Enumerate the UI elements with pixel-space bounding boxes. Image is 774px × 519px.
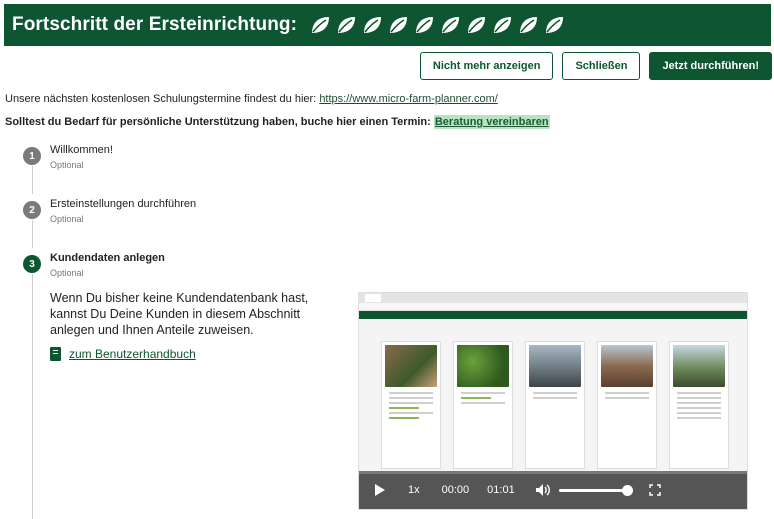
step-1-number[interactable]: 1 xyxy=(23,147,41,165)
step-2-subtitle: Optional xyxy=(50,214,84,224)
book-icon xyxy=(50,347,61,361)
leaf-icon xyxy=(361,14,383,36)
video-card-image xyxy=(673,345,725,387)
step-description: Wenn Du bisher keine Kundendatenbank has… xyxy=(50,291,309,337)
step-2-title[interactable]: Ersteinstellungen durchführen xyxy=(50,198,196,210)
video-play-overlay-icon[interactable] xyxy=(539,401,553,419)
step-3-number[interactable]: 3 xyxy=(23,255,41,273)
video-card xyxy=(453,341,513,469)
step-1-subtitle: Optional xyxy=(50,160,84,170)
play-icon[interactable] xyxy=(375,484,385,496)
step-3-subtitle: Optional xyxy=(50,268,84,278)
video-card xyxy=(669,341,729,469)
video-cards xyxy=(381,341,729,469)
step-2-number[interactable]: 2 xyxy=(23,201,41,219)
current-time: 00:00 xyxy=(441,484,470,496)
leaf-icon xyxy=(387,14,409,36)
progress-leaves xyxy=(309,14,565,36)
header-title: Fortschritt der Ersteinrichtung: xyxy=(12,14,298,35)
manual-link-row: zum Benutzerhandbuch xyxy=(50,347,196,361)
duration: 01:01 xyxy=(487,484,515,496)
step-connector xyxy=(32,166,33,194)
video-browser-tab xyxy=(365,294,381,302)
dont-show-again-button[interactable]: Nicht mehr anzeigen xyxy=(419,52,554,80)
step-1-title[interactable]: Willkommen! xyxy=(50,144,113,156)
tutorial-video[interactable]: 1x 00:00 01:01 xyxy=(358,292,748,510)
video-card xyxy=(597,341,657,469)
video-card xyxy=(525,341,585,469)
step-3-title[interactable]: Kundendaten anlegen xyxy=(50,252,165,264)
user-manual-link[interactable]: zum Benutzerhandbuch xyxy=(69,347,196,361)
close-button[interactable]: Schließen xyxy=(562,52,641,80)
leaf-icon xyxy=(465,14,487,36)
leaf-icon xyxy=(309,14,331,36)
volume-icon[interactable] xyxy=(535,483,551,497)
video-card-image xyxy=(529,345,581,387)
step-connector xyxy=(32,274,33,519)
progress-header: Fortschritt der Ersteinrichtung: xyxy=(4,4,771,46)
leaf-icon xyxy=(543,14,565,36)
leaf-icon xyxy=(491,14,513,36)
training-link[interactable]: https://www.micro-farm-planner.com/ xyxy=(319,93,498,105)
video-frame xyxy=(359,319,747,479)
book-appointment-link[interactable]: Beratung vereinbaren xyxy=(433,115,550,129)
step-connector xyxy=(32,220,33,248)
action-buttons: Nicht mehr anzeigen Schließen Jetzt durc… xyxy=(419,52,772,80)
volume-slider-thumb[interactable] xyxy=(621,484,633,496)
fullscreen-icon[interactable] xyxy=(648,484,661,496)
support-text: Solltest du Bedarf für persönliche Unter… xyxy=(5,116,431,128)
playback-speed-button[interactable]: 1x xyxy=(408,484,420,496)
video-card-image xyxy=(385,345,437,387)
volume-slider[interactable] xyxy=(558,484,633,496)
leaf-icon xyxy=(517,14,539,36)
video-progress-bar[interactable] xyxy=(359,471,747,474)
leaf-icon xyxy=(413,14,435,36)
video-app-bar xyxy=(359,311,747,319)
leaf-icon xyxy=(439,14,461,36)
video-browser-tabs xyxy=(359,293,747,303)
video-browser-urlbar xyxy=(359,303,747,311)
training-info: Unsere nächsten kostenlosen Schulungster… xyxy=(5,93,498,105)
video-controls: 1x 00:00 01:01 xyxy=(359,471,747,509)
run-now-button[interactable]: Jetzt durchführen! xyxy=(649,52,772,80)
training-text: Unsere nächsten kostenlosen Schulungster… xyxy=(5,93,317,105)
video-card-image xyxy=(457,345,509,387)
leaf-icon xyxy=(335,14,357,36)
support-info: Solltest du Bedarf für persönliche Unter… xyxy=(5,115,550,129)
video-card xyxy=(381,341,441,469)
video-card-image xyxy=(601,345,653,387)
